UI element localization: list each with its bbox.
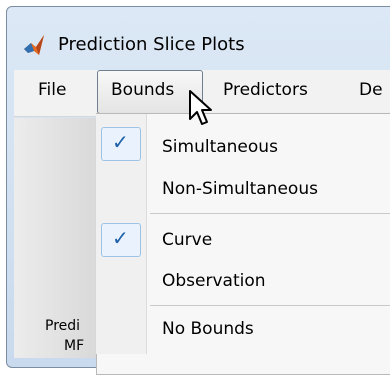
menu-de[interactable]: De bbox=[359, 80, 383, 100]
left-label-2: MF bbox=[64, 338, 85, 354]
checkmark-icon: ✓ bbox=[112, 130, 129, 154]
menu-separator bbox=[150, 305, 390, 306]
menu-bounds[interactable]: Bounds bbox=[111, 80, 174, 100]
mouse-cursor-icon bbox=[189, 90, 212, 125]
menu-file[interactable]: File bbox=[38, 80, 66, 100]
left-label-1: Predi bbox=[45, 318, 81, 334]
menu-item-no-bounds[interactable]: No Bounds bbox=[162, 319, 254, 339]
menu-item-curve[interactable]: Curve bbox=[162, 230, 212, 250]
menu-item-simultaneous[interactable]: Simultaneous bbox=[162, 137, 278, 157]
checkmark-icon: ✓ bbox=[112, 226, 129, 250]
window-title: Prediction Slice Plots bbox=[58, 34, 245, 55]
menu-predictors[interactable]: Predictors bbox=[223, 80, 308, 100]
matlab-icon bbox=[24, 35, 44, 55]
menu-separator bbox=[150, 213, 390, 214]
menu-item-observation[interactable]: Observation bbox=[162, 271, 266, 291]
menu-item-non-simultaneous[interactable]: Non-Simultaneous bbox=[162, 179, 318, 199]
